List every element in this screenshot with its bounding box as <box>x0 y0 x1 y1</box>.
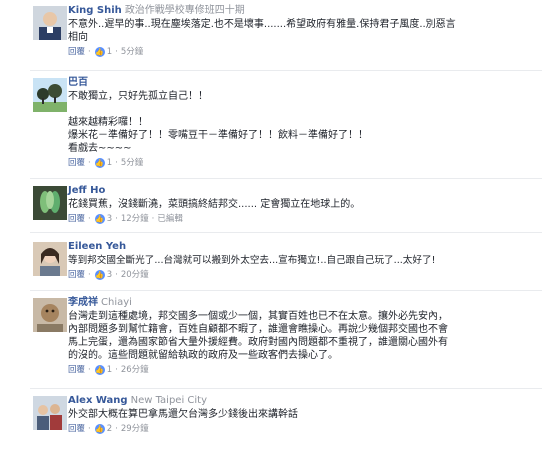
comment-line: 台灣走到這種處境，邦交國多一個或少一個，其實百姓也已不在太意。攘外必先安內， <box>68 311 448 322</box>
comment-line: 外交部大概在算巴拿馬還欠台灣多少錢後出來講幹話 <box>68 409 298 420</box>
like-count[interactable]: 2 <box>107 423 112 435</box>
like-count[interactable]: 1 <box>107 157 112 169</box>
separator: · <box>115 365 118 375</box>
separator: · <box>88 47 91 57</box>
comment-line: 越來越精彩囉！！ <box>68 117 148 128</box>
like-count[interactable]: 1 <box>107 46 112 58</box>
commenter-subtitle: New Taipei City <box>130 395 207 406</box>
separator: · <box>115 424 118 434</box>
reply-link[interactable]: 回覆 <box>68 157 85 169</box>
reply-link[interactable]: 回覆 <box>68 213 85 225</box>
like-count[interactable]: 3 <box>107 213 112 225</box>
comment-text: 不敢獨立，只好先孤立自己！！ 越來越精彩囉！！ 爆米花－準備好了！！零嘴豆干－準… <box>68 90 540 155</box>
reply-link[interactable]: 回覆 <box>68 364 85 376</box>
timestamp[interactable]: 20分鐘 <box>121 269 149 281</box>
commenter-subtitle: Chiayi <box>101 297 132 308</box>
separator: · <box>115 270 118 280</box>
thumbs-up-icon: 👍 <box>94 158 105 168</box>
like-count[interactable]: 1 <box>107 364 112 376</box>
comment-line: 馬上完蛋，還為國家節省大量外援經費。政府對國內問題都不重視了，誰還關心國外有 <box>68 337 448 348</box>
avatar[interactable] <box>33 242 67 276</box>
timestamp[interactable]: 5分鐘 <box>121 157 143 169</box>
thumbs-up-icon: 👍 <box>94 424 105 434</box>
comment-line: 等到邦交國全斷光了...台灣就可以搬到外太空去...宣布獨立!..自己跟自己玩了… <box>68 255 436 266</box>
commenter-name[interactable]: King Shih <box>68 5 122 16</box>
avatar[interactable] <box>33 6 67 40</box>
comment-text: 等到邦交國全斷光了...台灣就可以搬到外太空去...宣布獨立!..自己跟自己玩了… <box>68 254 540 267</box>
divider <box>30 290 542 291</box>
separator: · <box>151 214 155 224</box>
comment-line: 相向 <box>68 32 88 43</box>
comment-actions: 回覆 · 👍 3 · 12分鐘 · 已編輯 <box>68 213 540 225</box>
commenter-subtitle: 政治作戰學校專修班四十期 <box>124 5 245 16</box>
thumbs-up-icon: 👍 <box>94 47 105 57</box>
separator: · <box>88 424 91 434</box>
comment-line: 看戲去~~~~ <box>68 143 132 154</box>
comment-actions: 回覆 · 👍 3 · 20分鐘 <box>68 269 540 281</box>
like-count[interactable]: 3 <box>107 269 112 281</box>
comment-actions: 回覆 · 👍 1 · 26分鐘 <box>68 364 540 376</box>
timestamp[interactable]: 29分鐘 <box>121 423 149 435</box>
thumbs-up-icon: 👍 <box>94 270 105 280</box>
reply-link[interactable]: 回覆 <box>68 423 85 435</box>
separator: · <box>88 214 91 224</box>
avatar[interactable] <box>33 298 67 332</box>
separator: · <box>88 158 91 168</box>
comment-text: 外交部大概在算巴拿馬還欠台灣多少錢後出來講幹話 <box>68 408 540 421</box>
commenter-name[interactable]: Eileen Yeh <box>68 241 126 252</box>
comment-line: 不敢獨立，只好先孤立自己！！ <box>68 91 208 102</box>
comment-text: 台灣走到這種處境，邦交國多一個或少一個，其實百姓也已不在太意。攘外必先安內， 內… <box>68 310 540 362</box>
separator: · <box>115 214 118 224</box>
comment-line: 的沒的。這些問題就留給執政的政府及一些政客們去操心了。 <box>68 350 338 361</box>
timestamp[interactable]: 5分鐘 <box>121 46 143 58</box>
separator: · <box>115 158 118 168</box>
commenter-name[interactable]: 李成祥 <box>68 297 98 308</box>
divider <box>30 232 542 233</box>
comment-line: 不意外..遲早的事..現在塵埃落定.也不是壞事.......希望政府有雅量.保持… <box>68 19 456 30</box>
thumbs-up-icon: 👍 <box>94 214 105 224</box>
comment-text: 不意外..遲早的事..現在塵埃落定.也不是壞事.......希望政府有雅量.保持… <box>68 18 540 44</box>
comment-actions: 回覆 · 👍 2 · 29分鐘 <box>68 423 540 435</box>
comment-actions: 回覆 · 👍 1 · 5分鐘 <box>68 157 540 169</box>
avatar[interactable] <box>33 186 67 220</box>
separator: · <box>115 47 118 57</box>
divider <box>30 178 542 179</box>
separator: · <box>88 365 91 375</box>
reply-link[interactable]: 回覆 <box>68 46 85 58</box>
avatar[interactable] <box>33 78 67 112</box>
commenter-name[interactable]: Alex Wang <box>68 395 128 406</box>
avatar[interactable] <box>33 396 67 430</box>
commenter-name[interactable]: Jeff Ho <box>68 185 105 196</box>
edited-label[interactable]: 已編輯 <box>157 213 183 225</box>
separator: · <box>88 270 91 280</box>
divider <box>30 70 542 71</box>
comment-actions: 回覆 · 👍 1 · 5分鐘 <box>68 46 540 58</box>
comment-line: 花錢買蕉，沒錢斷澆，菜頭搞終結邦交...... 定會獨立在地球上的。 <box>68 199 361 210</box>
comment-line: 爆米花－準備好了！！零嘴豆干－準備好了！！飲料－準備好了！！ <box>68 130 368 141</box>
timestamp[interactable]: 26分鐘 <box>121 364 149 376</box>
timestamp[interactable]: 12分鐘 <box>121 213 149 225</box>
divider <box>30 388 542 389</box>
reply-link[interactable]: 回覆 <box>68 269 85 281</box>
comment-line: 內部問題多到幫忙籍會，百姓自顧都不暇了，誰還會瞧操心。再說少幾個邦交國也不會 <box>68 324 448 335</box>
commenter-name[interactable]: 巴百 <box>68 77 88 88</box>
thumbs-up-icon: 👍 <box>94 365 105 375</box>
comment-text: 花錢買蕉，沒錢斷澆，菜頭搞終結邦交...... 定會獨立在地球上的。 <box>68 198 540 211</box>
